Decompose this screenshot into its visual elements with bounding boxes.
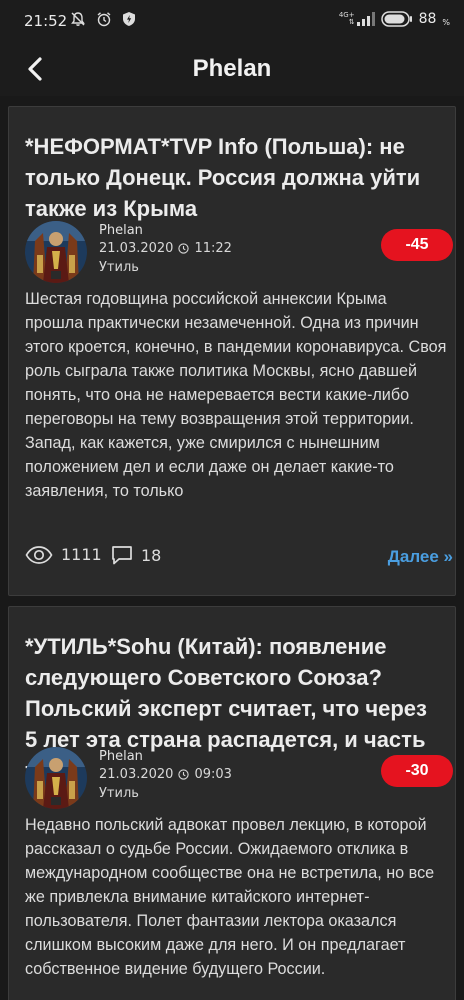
post-footer: 1111 18 Далее » [25,543,453,573]
post-date: 21.03.2020 09:03 [99,767,232,782]
clock-icon [178,769,190,780]
eye-icon [25,545,53,564]
status-bar: 21:52 4G+ ⇅ 88 % [0,0,464,42]
post-time: 11:22 [194,241,232,256]
alarm-icon [97,12,111,27]
post-date-value: 21.03.2020 [99,241,174,256]
post-title[interactable]: *НЕФОРМАТ*TVP Info (Польша): не только Д… [25,131,443,224]
post-excerpt: Недавно польский адвокат провел лекцию, … [25,816,435,978]
author-avatar[interactable] [25,221,87,283]
network-indicator: 4G+ ⇅ [339,12,375,26]
author-name[interactable]: Phelan [99,223,143,238]
status-icons [70,11,136,27]
app-bar: Phelan [0,42,464,96]
comments-count: 18 [141,545,162,565]
battery-icon [380,11,412,27]
comment-icon [112,546,132,565]
post-category[interactable]: Утиль [99,786,139,801]
status-right: 4G+ ⇅ 88 % [339,11,450,27]
battery-level: 88 [418,11,437,27]
post-feed[interactable]: *НЕФОРМАТ*TVP Info (Польша): не только Д… [0,96,464,1000]
battery-unit: % [442,17,450,27]
comments-counter[interactable]: 18 [111,545,161,565]
author-name[interactable]: Phelan [99,749,143,764]
signal-icon [356,12,375,26]
post-category[interactable]: Утиль [99,260,139,275]
data-arrows-icon: ⇅ [348,18,355,26]
mute-notifications-icon [71,12,85,26]
read-more-link[interactable]: Далее » [388,547,453,567]
shield-bolt-icon [123,12,135,26]
avatar-image [25,747,87,809]
post-date-value: 21.03.2020 [99,767,174,782]
author-avatar[interactable] [25,747,87,809]
post-card[interactable]: *УТИЛЬ*Sohu (Китай): появление следующег… [8,606,456,1000]
status-time: 21:52 [24,12,68,30]
post-time: 09:03 [194,767,232,782]
views-counter: 1111 [25,545,102,564]
post-meta: Phelan 21.03.2020 11:22 Утиль -45 [25,221,453,283]
views-count: 1111 [61,545,102,564]
post-excerpt: Шестая годовщина российской аннексии Кры… [25,290,447,500]
clock-icon [178,243,190,254]
rating-badge: -45 [381,229,453,261]
page-title: Phelan [192,55,272,82]
post-meta: Phelan 21.03.2020 09:03 Утиль -30 [25,747,453,809]
rating-badge: -30 [381,755,453,787]
post-date: 21.03.2020 11:22 [99,241,232,256]
avatar-image [25,221,87,283]
post-card[interactable]: *НЕФОРМАТ*TVP Info (Польша): не только Д… [8,106,456,596]
